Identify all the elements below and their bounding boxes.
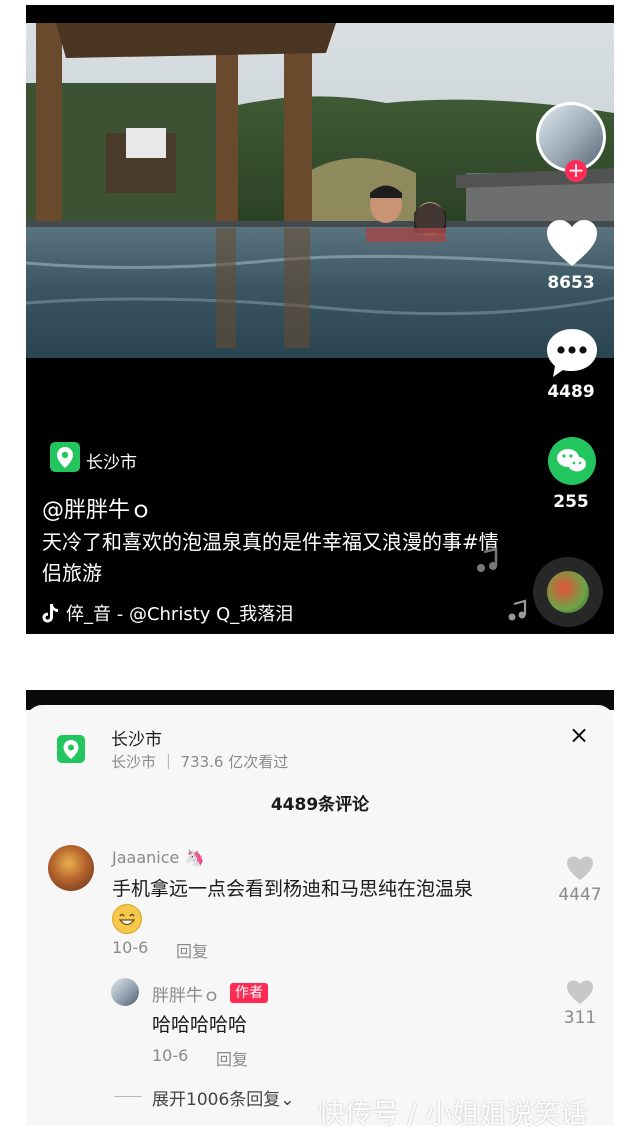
reply-text: 哈哈哈哈哈: [152, 1014, 248, 1036]
music-note-icon: [477, 547, 498, 572]
follow-button[interactable]: +: [565, 160, 587, 182]
author-reply-avatar[interactable]: [111, 978, 139, 1006]
comment-date: 10-6: [112, 938, 149, 957]
comment-like-heart-icon[interactable]: [566, 855, 594, 883]
close-button[interactable]: ×: [569, 721, 589, 749]
reply-like-count: 311: [563, 1008, 597, 1028]
hot-spring-scene: [26, 23, 614, 358]
reply-reply-button[interactable]: 回复: [216, 1046, 248, 1070]
heart-icon[interactable]: [545, 218, 599, 268]
video-description: 天冷了和喜欢的泡温泉真的是件幸福又浪漫的事#情侣旅游: [42, 530, 499, 585]
tiktok-note-icon: [42, 604, 58, 623]
location-icon: [57, 735, 85, 763]
music-disc[interactable]: [533, 557, 603, 627]
author-avatar[interactable]: +: [536, 102, 606, 182]
share-count: 255: [553, 492, 589, 512]
comment-reply-button[interactable]: 回复: [176, 938, 208, 962]
comment-icon[interactable]: [545, 327, 599, 379]
author-badge: 作者: [230, 983, 268, 1003]
comment-text: 手机拿远一点会看到杨迪和马思纯在泡温泉: [112, 878, 474, 900]
video-post[interactable]: + 8653 4489 255 长沙市 @胖胖牛ｏ 天冷了和喜欢的泡温泉真的是件…: [26, 5, 614, 634]
commenter-name[interactable]: Jaaanice 🦄: [112, 848, 204, 867]
commenter-avatar[interactable]: [48, 845, 94, 891]
comment-count-title: 4489条评论: [270, 795, 370, 815]
grin-emoji-icon: [112, 904, 142, 934]
location-label[interactable]: 长沙市: [86, 448, 137, 473]
expand-divider: [114, 1096, 142, 1097]
city-views: 长沙市 ｜ 733.6 亿次看过: [111, 753, 289, 771]
music-note-icon: [508, 599, 527, 621]
location-icon[interactable]: [50, 442, 80, 472]
like-count: 8653: [547, 273, 595, 293]
comment-count: 4489: [547, 382, 595, 402]
comment-like-count: 4447: [558, 885, 602, 905]
city-title[interactable]: 长沙市: [111, 725, 162, 750]
reply-like-heart-icon[interactable]: [566, 979, 594, 1007]
reply-author-name[interactable]: 胖胖牛ｏ: [152, 981, 220, 1006]
expand-replies-button[interactable]: 展开1006条回复⌄: [152, 1085, 295, 1110]
music-cover: [547, 571, 589, 613]
reply-date: 10-6: [152, 1046, 189, 1065]
watermark: 快传号 / 小姐姐说笑话: [318, 1099, 588, 1130]
music-marquee[interactable]: 倅_音 - @Christy Q_我落泪: [66, 600, 293, 626]
wechat-icon[interactable]: [547, 436, 597, 486]
comments-sheet: 长沙市 长沙市 ｜ 733.6 亿次看过 × 4489条评论 Jaaanice …: [26, 705, 614, 1125]
author-handle[interactable]: @胖胖牛ｏ: [42, 492, 152, 524]
video-frame[interactable]: [26, 23, 614, 358]
